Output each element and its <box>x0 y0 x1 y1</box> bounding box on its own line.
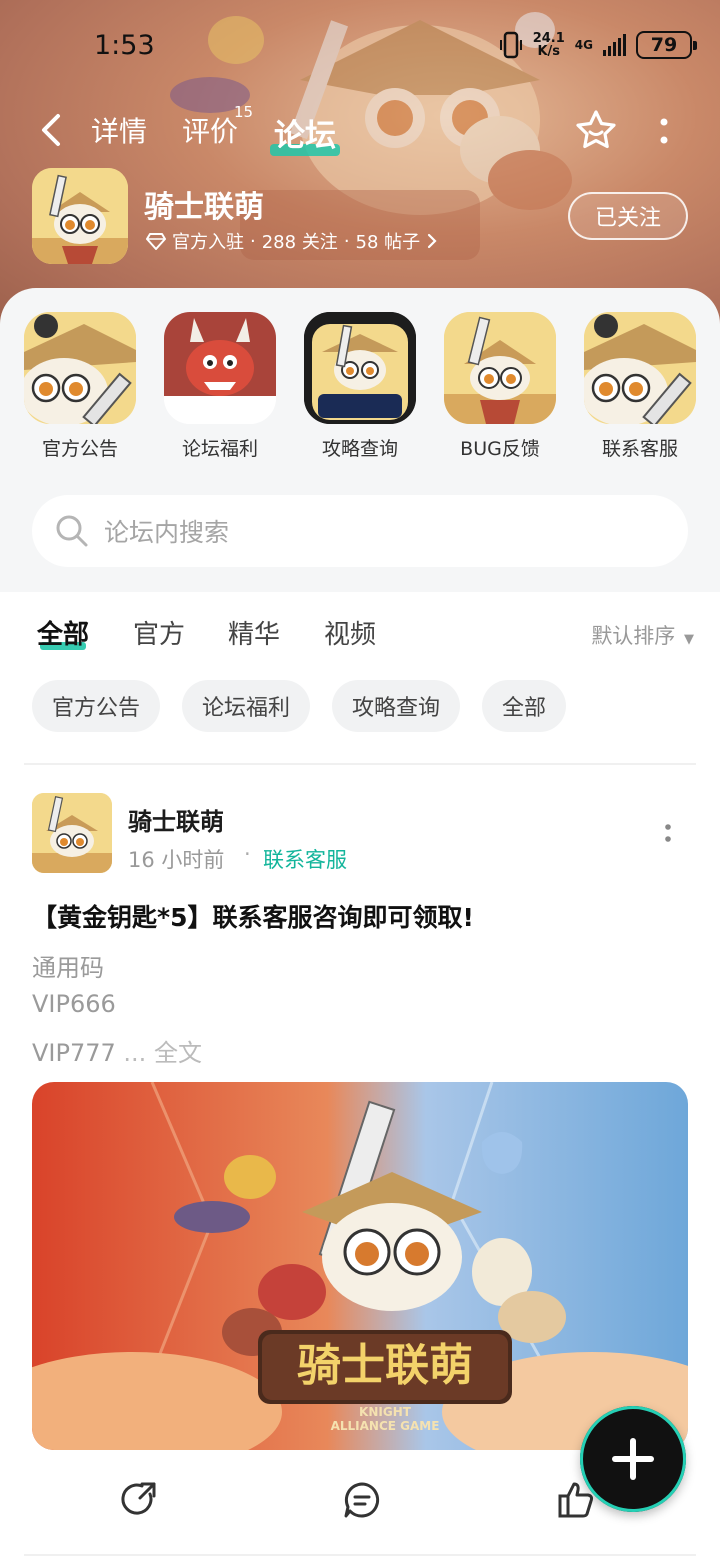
game-meta[interactable]: 官方入驻 · 288 关注 · 58 帖子 <box>146 228 438 254</box>
search-placeholder: 论坛内搜索 <box>104 518 230 547</box>
knight-cat-icon <box>444 312 556 424</box>
plus-icon <box>612 1438 654 1480</box>
svg-text:ALLIANCE GAME: ALLIANCE GAME <box>331 1419 440 1433</box>
sort-dropdown[interactable]: 默认排序 ▼ <box>591 620 694 650</box>
post-author-name[interactable]: 骑士联萌 <box>128 802 224 837</box>
shortcut-bug-report[interactable]: BUG反馈 <box>444 312 556 461</box>
favorite-star-icon[interactable] <box>574 108 618 152</box>
shortcut-official-notice[interactable]: 官方公告 <box>24 312 136 461</box>
game-banner-artwork: 骑士联萌 KNIGHT ALLIANCE GAME <box>32 1082 688 1450</box>
post-banner-image[interactable]: 骑士联萌 KNIGHT ALLIANCE GAME <box>32 1082 688 1450</box>
shortcut-guide-search[interactable]: 攻略查询 <box>304 312 416 461</box>
comment-icon[interactable] <box>342 1480 382 1520</box>
tab-details[interactable]: 详情 <box>91 110 147 150</box>
filter-tab-all[interactable]: 全部 <box>37 614 89 651</box>
filter-tab-featured[interactable]: 精华 <box>228 614 280 651</box>
chip-all[interactable]: 全部 <box>482 680 567 732</box>
divider <box>24 1554 696 1556</box>
full-text-link[interactable]: 全文 <box>154 1039 202 1067</box>
post-category-tag[interactable]: 联系客服 <box>263 844 347 874</box>
battery-icon: 79 <box>636 31 697 59</box>
forum-shortcuts-panel: 官方公告 论坛福利 攻略查询 BUG反馈 联系客服 论坛内搜索 <box>0 288 720 592</box>
knight-cat-icon <box>584 312 696 424</box>
chip-forum-welfare[interactable]: 论坛福利 <box>182 680 311 732</box>
clock: 1:53 <box>94 30 155 61</box>
svg-text:骑士联萌: 骑士联萌 <box>297 1340 473 1391</box>
boss-battle-icon <box>304 312 416 424</box>
search-icon <box>56 515 88 547</box>
shortcut-customer-service[interactable]: 联系客服 <box>584 312 696 461</box>
back-arrow-icon[interactable] <box>34 112 70 148</box>
knight-cat-icon <box>24 312 136 424</box>
forum-header-banner: 1:53 24.1 K/s 4G 79 详情 评价 15 论坛 骑士联萌 官方入… <box>0 0 720 330</box>
forum-search-input[interactable]: 论坛内搜索 <box>32 495 688 567</box>
chip-guide-search[interactable]: 攻略查询 <box>332 680 461 732</box>
shortcut-row: 官方公告 论坛福利 攻略查询 BUG反馈 联系客服 <box>24 312 720 472</box>
review-count-badge: 15 <box>234 103 254 121</box>
svg-text:KNIGHT: KNIGHT <box>359 1405 412 1419</box>
tab-reviews[interactable]: 评价 <box>182 110 238 150</box>
diamond-icon <box>146 233 166 250</box>
create-post-button[interactable] <box>580 1406 686 1512</box>
post-body-line: VIP777 ... 全文 <box>32 1039 202 1067</box>
follow-button[interactable]: 已关注 <box>568 192 688 240</box>
game-app-icon[interactable] <box>32 168 128 264</box>
tab-forum[interactable]: 论坛 <box>274 110 336 155</box>
meta-separator: · <box>244 842 251 866</box>
game-title: 骑士联萌 <box>144 190 264 225</box>
post-body-line: 通用码 <box>32 954 104 982</box>
post-author-avatar[interactable] <box>32 793 112 873</box>
chip-official-notice[interactable]: 官方公告 <box>32 680 161 732</box>
share-icon[interactable] <box>120 1480 160 1520</box>
filter-tab-video[interactable]: 视频 <box>324 614 376 651</box>
status-bar: 1:53 24.1 K/s 4G 79 <box>0 0 720 92</box>
filter-tab-official[interactable]: 官方 <box>133 614 185 651</box>
post-title[interactable]: 【黄金钥匙*5】联系客服咨询即可领取! <box>32 898 474 934</box>
game-info: 骑士联萌 官方入驻 · 288 关注 · 58 帖子 已关注 <box>32 168 692 268</box>
divider <box>24 763 696 765</box>
vibrate-icon <box>499 31 522 59</box>
status-icons: 24.1 K/s 4G 79 <box>499 30 697 60</box>
post-more-icon[interactable] <box>660 822 676 846</box>
shortcut-forum-welfare[interactable]: 论坛福利 <box>164 312 276 461</box>
caret-down-icon: ▼ <box>684 632 694 647</box>
top-navigation: 详情 评价 15 论坛 <box>0 100 720 160</box>
post-timestamp: 16 小时前 <box>128 848 225 872</box>
signal-icon <box>603 34 626 56</box>
network-speed: 24.1 K/s <box>532 31 565 59</box>
more-options-icon[interactable] <box>652 114 676 148</box>
post-body-line: VIP666 <box>32 990 116 1018</box>
panda-dragon-icon <box>164 312 276 424</box>
chevron-right-icon <box>428 233 437 249</box>
network-type: 4G <box>574 38 593 52</box>
